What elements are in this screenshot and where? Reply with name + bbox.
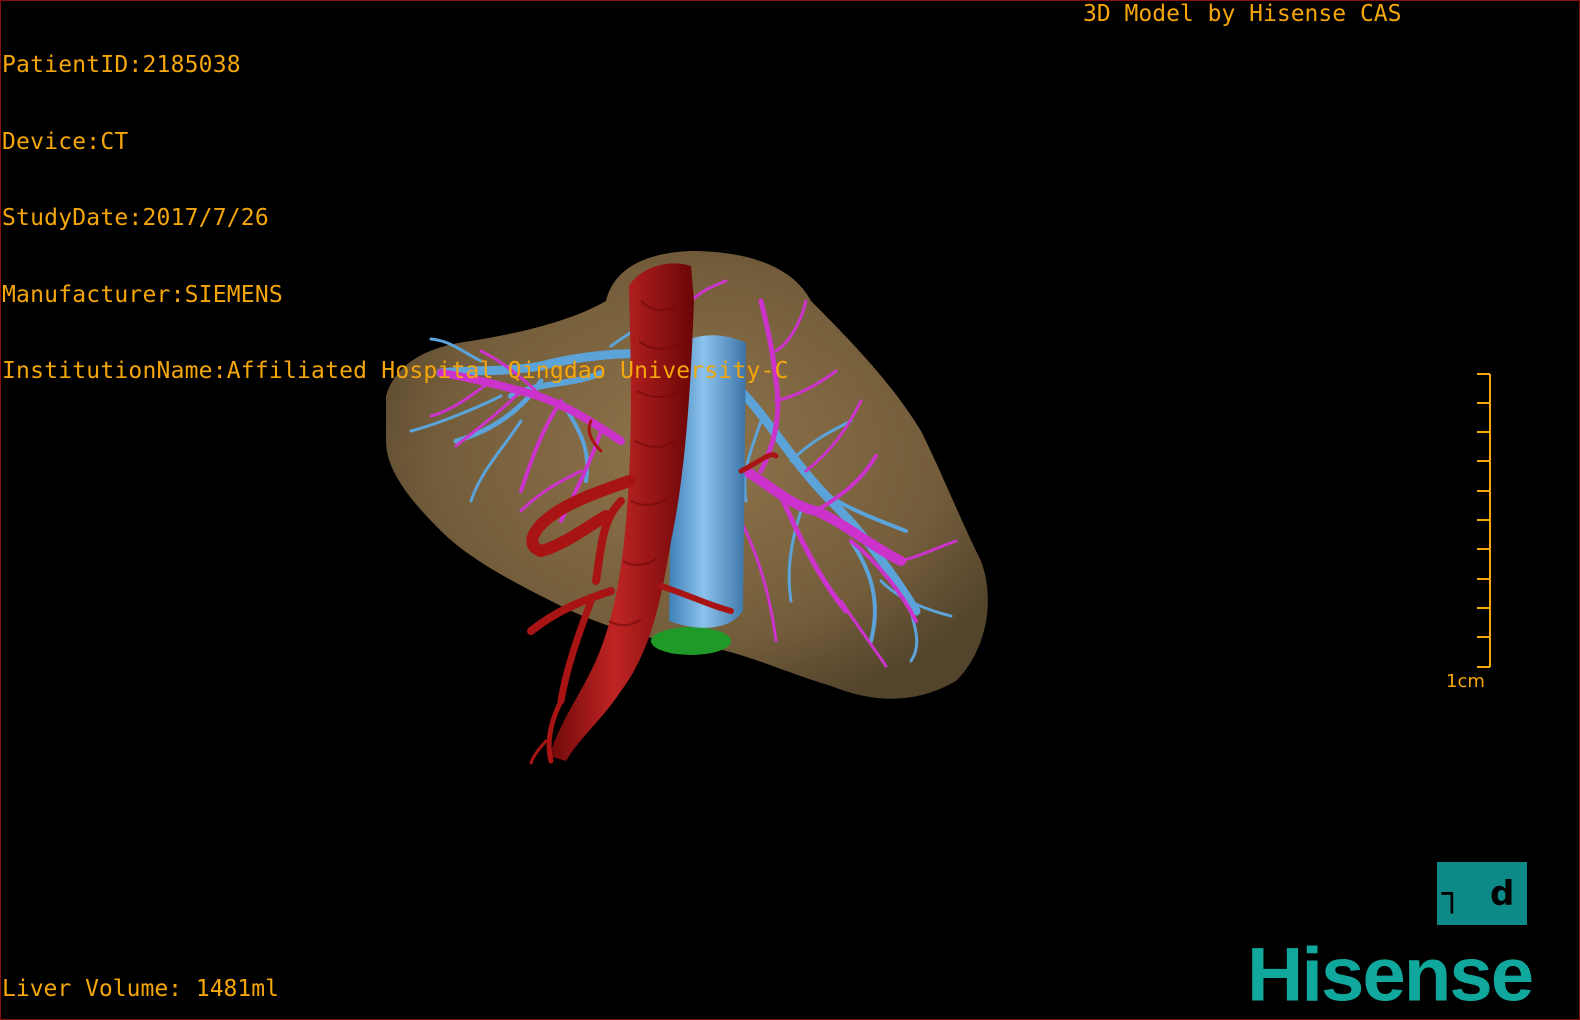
patient-metadata: PatientID:2185038 Device:CT StudyDate:20…: [2, 2, 789, 436]
scale-bar: [1477, 373, 1491, 668]
hisense-logo: Hisense: [1247, 930, 1534, 1018]
orientation-label: ┐ d: [1441, 873, 1523, 914]
patient-id: PatientID:2185038: [2, 52, 241, 78]
orientation-cube-icon[interactable]: ┐ d: [1437, 862, 1527, 925]
study-date: StudyDate:2017/7/26: [2, 205, 269, 231]
scale-label: 1cm: [1446, 671, 1485, 692]
gallbladder: [651, 627, 731, 655]
3d-viewport[interactable]: PatientID:2185038 Device:CT StudyDate:20…: [0, 0, 1580, 1020]
manufacturer: Manufacturer:SIEMENS: [2, 281, 283, 308]
institution-name: InstitutionName:Affiliated Hospital Qing…: [2, 358, 789, 384]
device: Device:CT: [2, 128, 129, 155]
model-credit: 3D Model by Hisense CAS: [1083, 1, 1402, 27]
liver-volume: Liver Volume: 1481ml: [2, 976, 279, 1002]
